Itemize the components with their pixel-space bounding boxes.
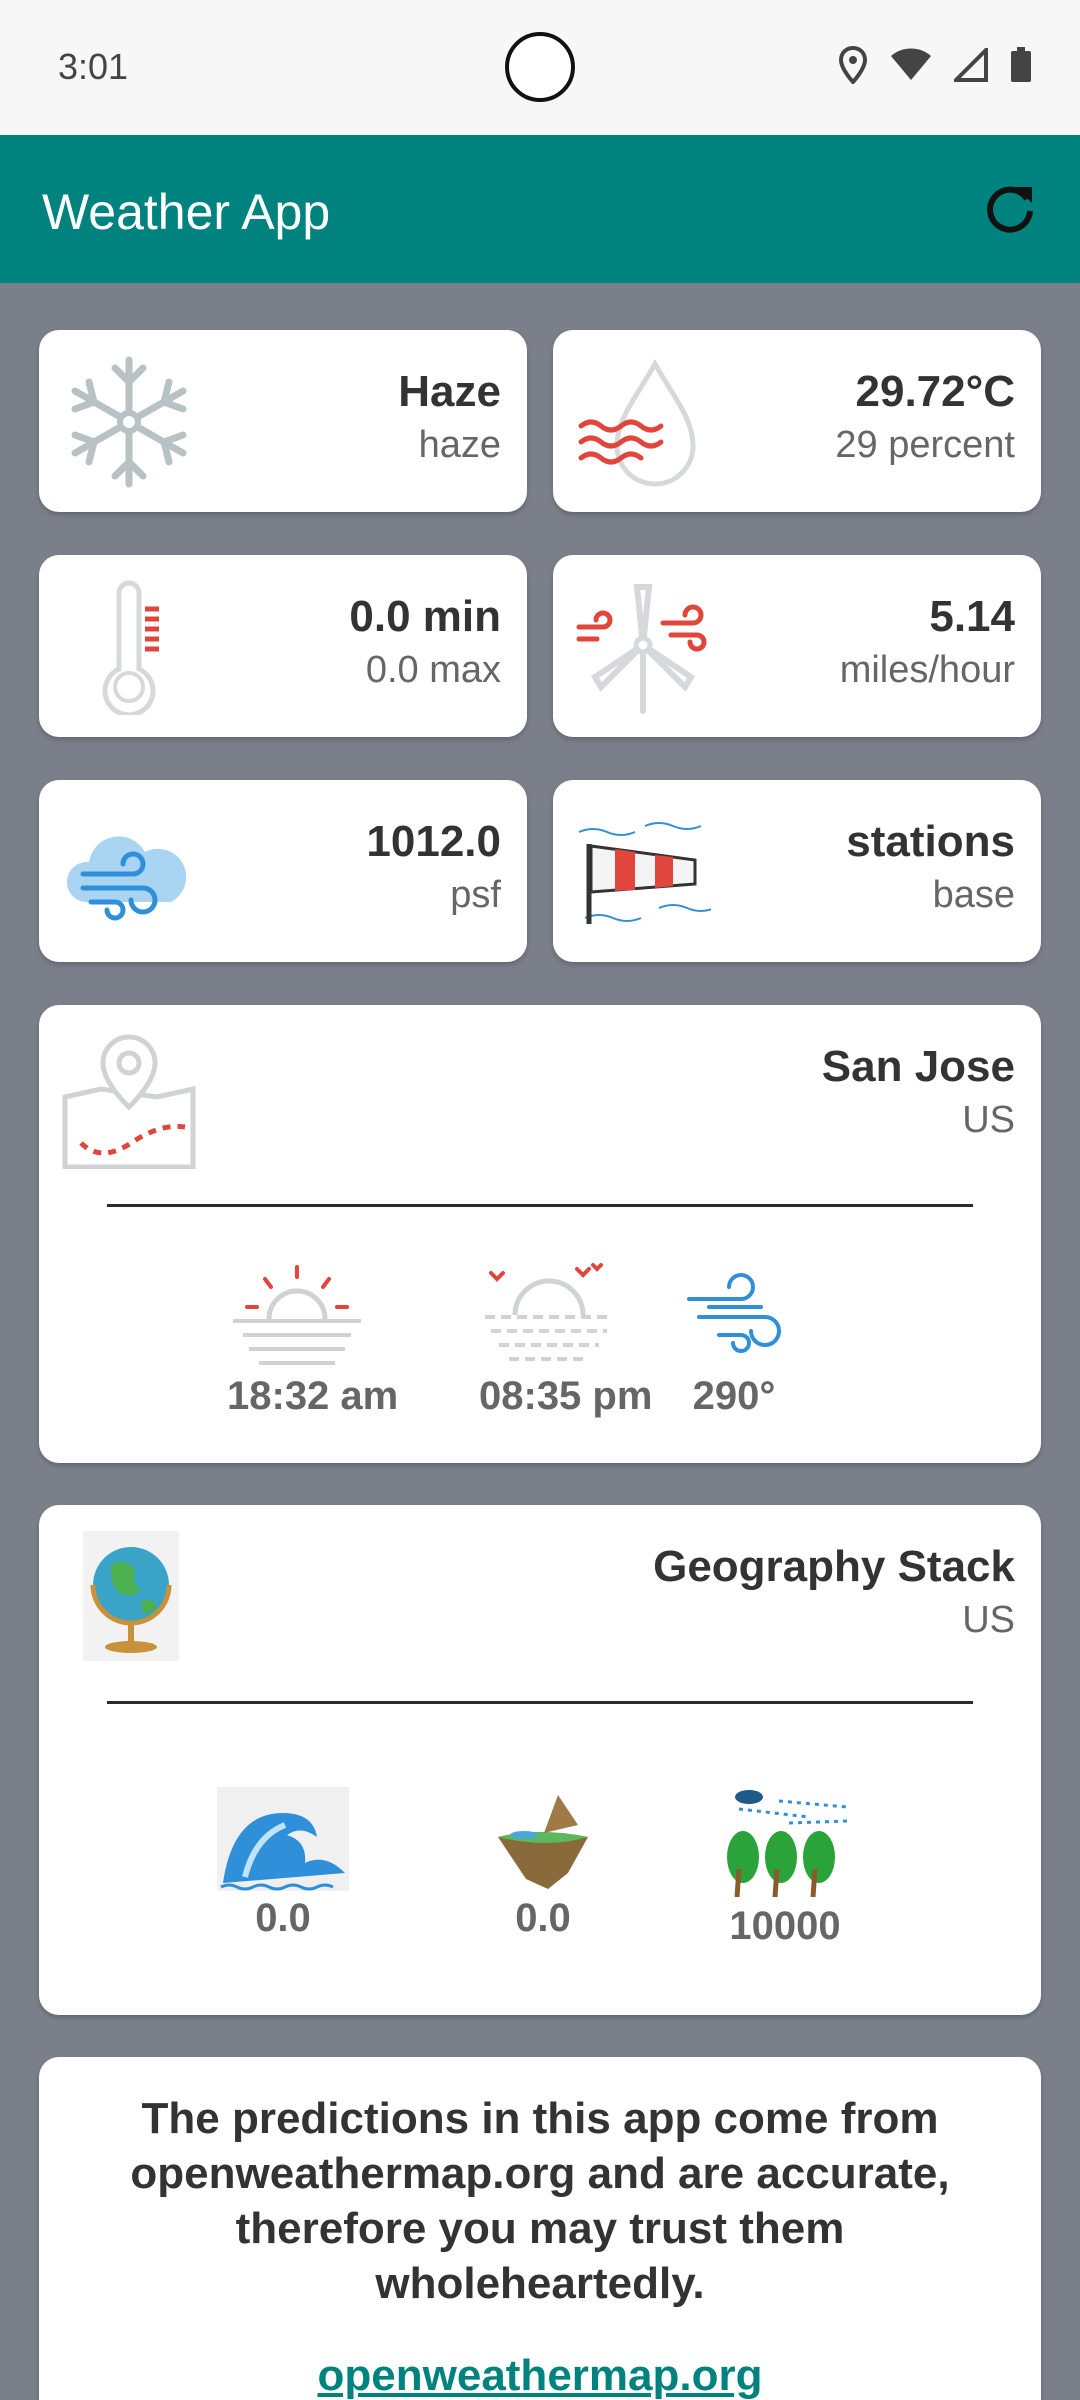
station-text: stations base [846,816,1015,922]
sunset-block: 08:35 pm [479,1263,653,1419]
sunset-time: 08:35 pm [479,1374,653,1418]
condition-text: Haze haze [398,366,501,472]
wind-subtitle: miles/hour [839,648,1015,691]
humidity-subtitle: 29 percent [835,423,1015,466]
ground-level: 0.0 [515,1896,571,1940]
station-subtitle: base [932,873,1015,916]
location-icon [838,46,868,84]
status-time: 3:01 [58,46,129,87]
ground-level-block: 0.0 [473,1787,613,1941]
geography-card: Geography Stack US 0.0 0.0 10000 [39,1505,1041,2015]
cloud-wind-icon [66,836,187,921]
station-card: stations base [553,780,1041,962]
status-bar: 3:01 [0,0,1080,135]
wind-direction-icon [687,1273,781,1353]
sunrise-time: 18:32 am [227,1374,399,1418]
humidity-card: 29.72°C 29 percent [553,330,1041,512]
battery-icon [1011,47,1031,82]
thermometer-icon [102,580,159,715]
geography-text: Geography Stack US [653,1541,1015,1647]
location-divider [107,1204,973,1207]
condition-card: Haze haze [39,330,527,512]
wave-icon [217,1787,349,1891]
temperature-text: 0.0 min 0.0 max [349,591,501,697]
temperature-title: 0.0 min [349,592,501,641]
wind-title: 5.14 [929,592,1015,641]
pressure-text: 1012.0 psf [366,816,501,922]
location-country: US [962,1098,1015,1141]
geography-divider [107,1701,973,1704]
humidity-title: 29.72°C [855,367,1015,416]
island-icon [498,1795,588,1889]
sunrise-icon [233,1265,361,1365]
visibility-block: 10000 [707,1787,863,1949]
location-text: San Jose US [822,1041,1015,1147]
station-title: stations [846,817,1015,866]
status-icons [838,46,1032,84]
location-city: San Jose [821,1042,1015,1091]
openweathermap-link[interactable]: openweathermap.org [39,2351,1041,2400]
wind-direction: 290° [692,1374,776,1418]
humidity-text: 29.72°C 29 percent [835,366,1015,472]
location-card: San Jose US 18:32 am 08:35 pm 290° [39,1005,1041,1463]
app-bar: Weather App [0,135,1080,283]
map-pin-icon [62,1034,196,1169]
pressure-title: 1012.0 [366,817,501,866]
condition-subtitle: haze [418,423,501,466]
sunset-icon [485,1263,613,1361]
refresh-icon[interactable] [980,179,1040,239]
rain-trees-icon [727,1790,848,1898]
sea-level: 0.0 [255,1896,311,1940]
wind-text: 5.14 miles/hour [840,591,1015,697]
sunrise-block: 18:32 am [227,1263,399,1419]
disclaimer-text: The predictions in this app come from op… [130,2094,950,2308]
signal-icon [954,48,988,82]
wind-turbine-icon [576,584,707,714]
app-title: Weather App [42,184,331,240]
snowflake-icon [71,356,187,488]
visibility: 10000 [729,1904,841,1948]
geography-title: Geography Stack [653,1542,1015,1591]
wifi-icon [891,48,931,80]
pressure-subtitle: psf [450,873,501,916]
globe-icon [83,1531,179,1661]
disclaimer-card: The predictions in this app come from op… [39,2057,1041,2400]
windsock-icon [578,822,711,924]
temperature-card: 0.0 min 0.0 max [39,555,527,737]
wind-card: 5.14 miles/hour [553,555,1041,737]
pressure-card: 1012.0 psf [39,780,527,962]
condition-title: Haze [398,367,501,416]
camera-cutout [505,32,575,102]
wind-direction-block: 290° [679,1263,789,1419]
sea-level-block: 0.0 [213,1787,353,1941]
geography-country: US [962,1598,1015,1641]
humidity-drop-icon [578,358,696,487]
temperature-subtitle: 0.0 max [365,648,501,691]
